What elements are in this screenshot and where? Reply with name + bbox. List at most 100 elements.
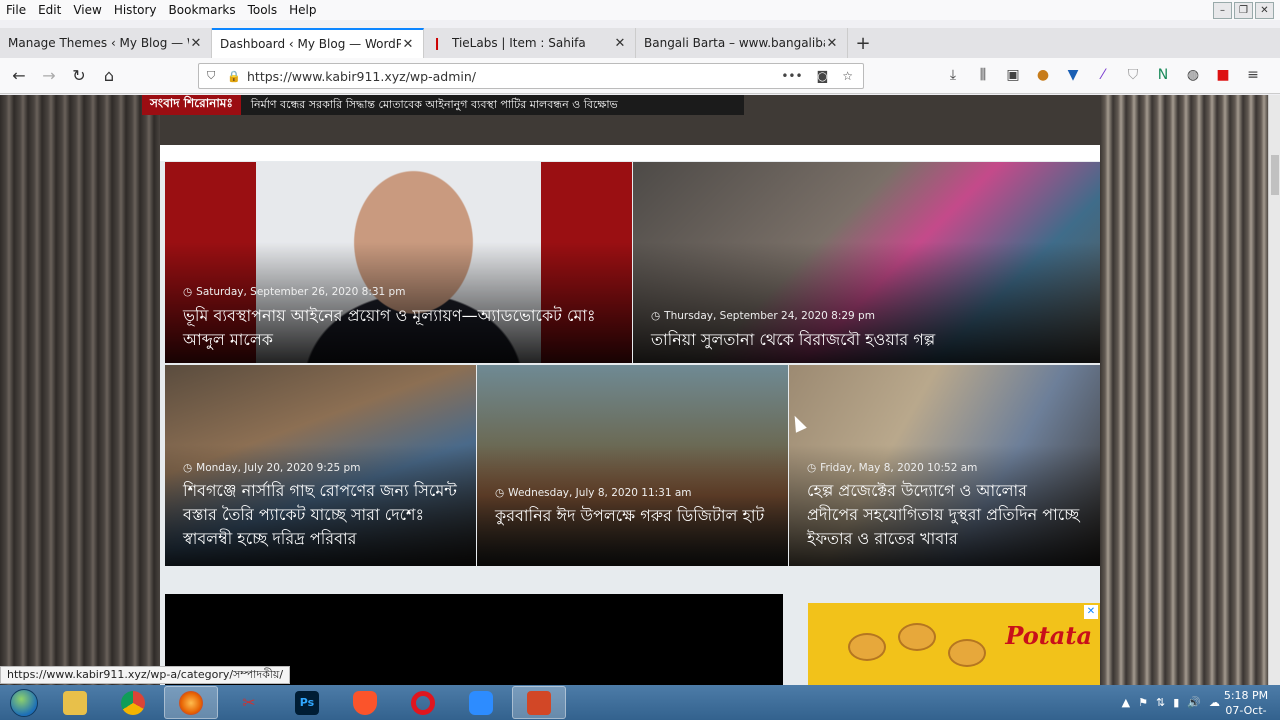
powerpoint-logo-icon <box>527 690 551 715</box>
snipping-tool-icon[interactable]: ✂ <box>222 686 276 719</box>
chrome-icon[interactable] <box>106 686 160 719</box>
menu-view[interactable]: View <box>67 3 107 17</box>
flag-icon[interactable]: ⚑ <box>1138 696 1148 709</box>
toolbar-icons: ⤓ ⫼ ▣ ● ▼ ⁄ ⛉ N ◍ ■ ≡ <box>944 67 1262 83</box>
volume-icon[interactable]: 🔊 <box>1187 696 1201 709</box>
zoom-icon[interactable] <box>454 686 508 719</box>
menu-help[interactable]: Help <box>283 3 322 17</box>
shield-icon[interactable]: ⛉ <box>207 69 223 83</box>
clock-icon: ◷ <box>495 487 505 499</box>
potata-ad-banner[interactable]: Potata ✕ <box>808 603 1100 685</box>
scrollbar-thumb[interactable] <box>1271 155 1279 195</box>
post-title[interactable]: কুরবানির ঈদ উপলক্ষে গরুর ডিজিটাল হাট <box>495 504 770 528</box>
extension-pen-icon[interactable]: ⁄ <box>1094 67 1112 83</box>
new-tab-icon[interactable]: + <box>848 28 878 58</box>
windows-logo-icon <box>10 688 38 717</box>
minimize-icon[interactable]: – <box>1213 2 1232 19</box>
taskbar-clock[interactable]: 5:18 PM 07-Oct-20 <box>1220 688 1272 720</box>
sidebar-icon[interactable]: ▣ <box>1004 67 1022 83</box>
menu-file[interactable]: File <box>0 3 32 17</box>
bookmark-star-icon[interactable]: ☆ <box>842 69 853 83</box>
post-date-text: Friday, May 8, 2020 10:52 am <box>820 462 978 474</box>
post-date: ◷ Saturday, September 26, 2020 8:31 pm <box>183 286 405 298</box>
featured-post-2[interactable]: ◷ Thursday, September 24, 2020 8:29 pm তা… <box>633 162 1100 363</box>
photoshop-icon[interactable]: Ps <box>280 686 334 719</box>
menu-history[interactable]: History <box>108 3 163 17</box>
close-icon[interactable]: ✕ <box>401 37 415 52</box>
address-bar[interactable]: ⛉ 🔒 https://www.kabir911.xyz/wp-admin/ •… <box>198 63 864 89</box>
extension-download-icon[interactable]: ▼ <box>1064 67 1082 83</box>
featured-post-5[interactable]: ◷ Friday, May 8, 2020 10:52 am হেল্প প্রজ… <box>789 365 1100 566</box>
close-icon[interactable]: ✕ <box>189 36 203 51</box>
start-button[interactable] <box>0 685 48 720</box>
post-title[interactable]: হেল্প প্রজেক্টের উদ্যোগে ও আলোর প্রদীপের… <box>807 479 1082 551</box>
post-title[interactable]: শিবগঞ্জে নার্সারি গাছ রোপণের জন্য সিমেন্… <box>183 479 458 551</box>
close-icon[interactable]: ✕ <box>825 36 839 51</box>
tab-dashboard[interactable]: Dashboard ‹ My Blog — WordPress ✕ <box>212 28 424 58</box>
explorer-icon[interactable] <box>48 686 102 719</box>
tab-bangali-barta[interactable]: Bangali Barta – www.bangalibarta.c ✕ <box>636 28 848 58</box>
network-icon[interactable]: ⇅ <box>1156 696 1165 709</box>
post-date-text: Thursday, September 24, 2020 8:29 pm <box>664 310 875 322</box>
wood-background-right <box>1100 95 1270 685</box>
brave-logo-icon <box>353 690 377 715</box>
post-date-text: Wednesday, July 8, 2020 11:31 am <box>508 487 692 499</box>
powerpoint-icon[interactable] <box>512 686 566 719</box>
post-date: ◷ Monday, July 20, 2020 9:25 pm <box>183 462 360 474</box>
pocket-icon[interactable]: ◙ <box>817 69 829 83</box>
page-actions-icon[interactable]: ••• <box>781 69 802 83</box>
post-title[interactable]: তানিয়া সুলতানা থেকে বিরাজবৌ হওয়ার গল্প <box>651 328 1082 352</box>
cloud-icon[interactable]: ☁ <box>1209 696 1220 709</box>
tab-tielabs[interactable]: ❙ TieLabs | Item : Sahifa ✕ <box>424 28 636 58</box>
extension-cookie-icon[interactable]: ● <box>1034 67 1052 83</box>
window-controls: – ❐ ✕ <box>1213 2 1274 19</box>
content-top-strip <box>160 145 1100 161</box>
extension-red-icon[interactable]: ■ <box>1214 67 1232 83</box>
news-ticker: সংবাদ শিরোনামঃ নির্মাণ বন্ধের সরকারি সিদ… <box>142 95 744 115</box>
close-icon[interactable]: ✕ <box>613 36 627 51</box>
ticker-text[interactable]: নির্মাণ বন্ধের সরকারি সিদ্ধান্ত মোতাবেক … <box>241 96 618 115</box>
chip-graphic <box>898 623 936 651</box>
menu-bookmarks[interactable]: Bookmarks <box>163 3 242 17</box>
back-icon[interactable]: ← <box>4 66 34 85</box>
tray-expand-icon[interactable]: ▲ <box>1122 696 1130 709</box>
extension-shield-icon[interactable]: ⛉ <box>1124 67 1142 83</box>
firefox-icon[interactable] <box>164 686 218 719</box>
ad-brand: Potata <box>1005 621 1092 650</box>
post-date: ◷ Thursday, September 24, 2020 8:29 pm <box>651 310 875 322</box>
menu-bar: File Edit View History Bookmarks Tools H… <box>0 0 1280 20</box>
restore-icon[interactable]: ❐ <box>1234 2 1253 19</box>
extension-n-icon[interactable]: N <box>1154 67 1172 83</box>
url-text[interactable]: https://www.kabir911.xyz/wp-admin/ <box>247 69 781 84</box>
battery-icon[interactable]: ▮ <box>1173 696 1179 709</box>
status-link-preview: https://www.kabir911.xyz/wp-a/category/স… <box>0 666 291 684</box>
brave-icon[interactable] <box>338 686 392 719</box>
page-scrollbar[interactable] <box>1268 95 1280 685</box>
tab-label: Dashboard ‹ My Blog — WordPress <box>220 37 401 51</box>
menu-tools[interactable]: Tools <box>242 3 284 17</box>
library-icon[interactable]: ⫼ <box>974 67 992 83</box>
lock-icon[interactable]: 🔒 <box>227 70 243 83</box>
home-icon[interactable]: ⌂ <box>94 66 124 85</box>
menu-edit[interactable]: Edit <box>32 3 67 17</box>
featured-post-1[interactable]: ◷ Saturday, September 26, 2020 8:31 pm ভূ… <box>165 162 632 363</box>
ad-close-icon[interactable]: ✕ <box>1084 605 1098 619</box>
extension-globe-icon[interactable]: ◍ <box>1184 67 1202 83</box>
close-window-icon[interactable]: ✕ <box>1255 2 1274 19</box>
featured-post-4[interactable]: ◷ Wednesday, July 8, 2020 11:31 am কুরবান… <box>477 365 788 566</box>
post-title[interactable]: ভূমি ব্যবস্থাপনায় আইনের প্রয়োগ ও মূল্য… <box>183 304 614 352</box>
reload-icon[interactable]: ↻ <box>64 66 94 85</box>
ps-logo-icon: Ps <box>295 690 319 715</box>
windows-taskbar: ✂ Ps ▲ ⚑ ⇅ ▮ 🔊 ☁ 5:18 PM 07-Oct-20 <box>0 685 1280 720</box>
download-icon[interactable]: ⤓ <box>944 67 962 83</box>
system-tray: ▲ ⚑ ⇅ ▮ 🔊 ☁ <box>1122 685 1220 720</box>
navigation-bar: ← → ↻ ⌂ ⛉ 🔒 https://www.kabir911.xyz/wp-… <box>0 58 1280 94</box>
hamburger-menu-icon[interactable]: ≡ <box>1244 67 1262 83</box>
opera-icon[interactable] <box>396 686 450 719</box>
forward-icon[interactable]: → <box>34 66 64 85</box>
tab-manage-themes[interactable]: Manage Themes ‹ My Blog — Wor ✕ <box>0 28 212 58</box>
clock-date: 07-Oct-20 <box>1225 704 1267 720</box>
post-date-text: Saturday, September 26, 2020 8:31 pm <box>196 286 406 298</box>
featured-post-3[interactable]: ◷ Monday, July 20, 2020 9:25 pm শিবগঞ্জে … <box>165 365 476 566</box>
tab-strip: Manage Themes ‹ My Blog — Wor ✕ Dashboar… <box>0 28 1280 58</box>
